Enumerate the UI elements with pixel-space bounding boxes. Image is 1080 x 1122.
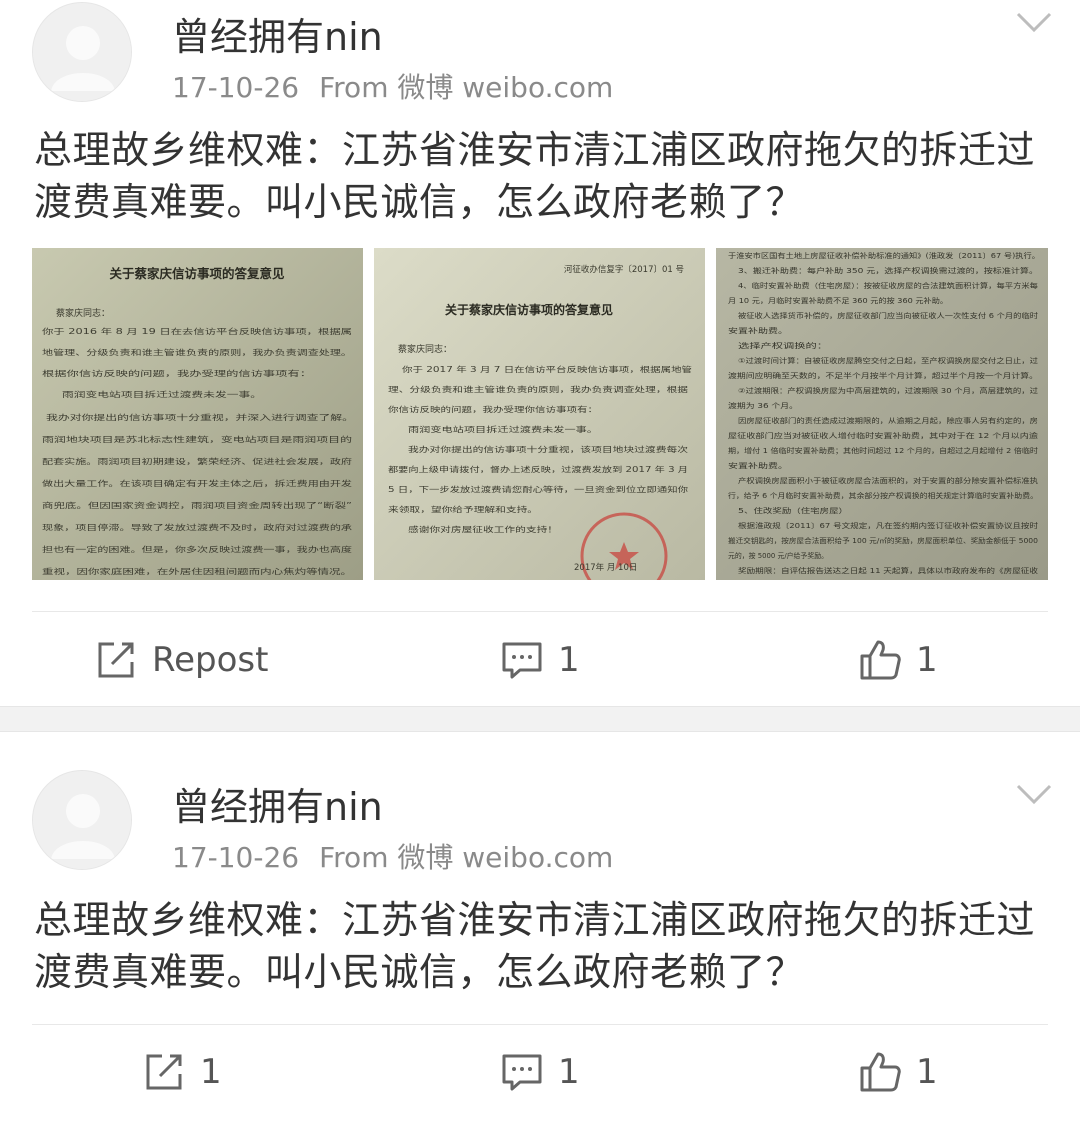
- svg-text:行，给予 6 个月临时安置补助费，其余部分按产权调换的相关规: 行，给予 6 个月临时安置补助费，其余部分按产权调换的相关规定计算临时安置补助费…: [728, 491, 1038, 500]
- document-date: 2017年 月 10日: [574, 562, 637, 573]
- svg-text:选择产权调换的：: 选择产权调换的：: [738, 341, 828, 350]
- repost-label: Repost: [152, 640, 269, 680]
- post-text[interactable]: 总理故乡维权难：江苏省淮安市清江浦区政府拖欠的拆迁过渡费真难要。叫小民诚信，怎么…: [34, 894, 1054, 998]
- svg-text:担也有一定的困难。但是，你多次反映过渡费一事，我办也高度: 担也有一定的困难。但是，你多次反映过渡费一事，我办也高度: [42, 544, 353, 554]
- default-avatar-icon: [33, 771, 131, 869]
- photo-grid: 关于蔡家庆信访事项的答复意见 蔡家庆同志： 你于 2016 年 8 月 19 日…: [32, 248, 1048, 580]
- document-number: 河征收办信复字〔2017〕01 号: [564, 264, 684, 275]
- thumbs-up-icon: [858, 1050, 902, 1094]
- svg-text:4、临时安置补助费（住宅房屋）：按被征收房屋的合法建筑面积计: 4、临时安置补助费（住宅房屋）：按被征收房屋的合法建筑面积计算，每平方米每: [738, 281, 1038, 290]
- username[interactable]: 曾经拥有nin: [172, 776, 383, 831]
- document-title: 关于蔡家庆信访事项的答复意见: [109, 266, 285, 281]
- svg-text:于淮安市区国有土地上房屋征收补偿补助标准的通知》(淮政发〔2: 于淮安市区国有土地上房屋征收补偿补助标准的通知》(淮政发〔2011〕67 号)执…: [728, 251, 1040, 260]
- comment-icon: [500, 1050, 544, 1094]
- like-count: 1: [916, 1052, 938, 1092]
- like-count: 1: [916, 640, 938, 680]
- svg-text:期，增付 1 倍临时安置补助费；其他时间超过 12 个月的，: 期，增付 1 倍临时安置补助费；其他时间超过 12 个月的，自超过之月起增付 2…: [728, 446, 1038, 455]
- svg-text:安置补助费。: 安置补助费。: [728, 326, 788, 335]
- svg-text:产权调换房屋面积小于被征收房屋合法面积的，对于安置的部分除安: 产权调换房屋面积小于被征收房屋合法面积的，对于安置的部分除安置补偿标准执: [738, 476, 1038, 485]
- divider: [32, 1024, 1048, 1025]
- svg-text:搬迁交钥匙的，按房屋合法面积给予 100 元/㎡的奖励，房屋: 搬迁交钥匙的，按房屋合法面积给予 100 元/㎡的奖励，房屋面积单位、奖励金额低…: [728, 536, 1038, 545]
- svg-text:元的，按 5000 元/户给予奖励。: 元的，按 5000 元/户给予奖励。: [728, 551, 828, 560]
- svg-text:感谢你对房屋征收工作的支持！: 感谢你对房屋征收工作的支持！: [408, 524, 558, 534]
- svg-text:安置补助费。: 安置补助费。: [728, 461, 788, 470]
- svg-text:重视，因你家庭困难，在外居住因租间题而内心焦灼等情况。: 重视，因你家庭困难，在外居住因租间题而内心焦灼等情况。: [42, 566, 352, 576]
- svg-text:你信访反映的问题，我办受理你信访事项有：: 你信访反映的问题，我办受理你信访事项有：: [388, 404, 598, 414]
- post-source: From 微博 weibo.com: [319, 71, 614, 104]
- svg-text:3、搬迁补助费：每户补助 350 元，选择产权调换需过渡的，: 3、搬迁补助费：每户补助 350 元，选择产权调换需过渡的，按标准计算。: [738, 266, 1038, 275]
- svg-text:现象，项目停滞。导致了发放过渡费不及时，政府对过渡费的承: 现象，项目停滞。导致了发放过渡费不及时，政府对过渡费的承: [42, 522, 353, 532]
- comment-count: 1: [558, 640, 580, 680]
- svg-text:奖励期限：自评估报告送达之日起 11 天起算，具体以市政府发: 奖励期限：自评估报告送达之日起 11 天起算，具体以市政府发布的《房屋征收: [738, 566, 1038, 575]
- like-button[interactable]: 1: [858, 1042, 938, 1102]
- post-text[interactable]: 总理故乡维权难：江苏省淮安市清江浦区政府拖欠的拆迁过渡费真难要。叫小民诚信，怎么…: [34, 124, 1054, 228]
- post-meta: 17-10-26 From 微博 weibo.com: [172, 836, 613, 876]
- chevron-down-icon[interactable]: [1014, 780, 1054, 808]
- comment-count: 1: [558, 1052, 580, 1092]
- svg-text:地管理、分级负责和谁主管谁负责的原则，我办负责调查处理。: 地管理、分级负责和谁主管谁负责的原则，我办负责调查处理。: [42, 347, 352, 357]
- weibo-post: 曾经拥有nin 17-10-26 From 微博 weibo.com 总理故乡维权…: [0, 732, 1080, 1122]
- document-title: 关于蔡家庆信访事项的答复意见: [445, 302, 613, 317]
- avatar[interactable]: [32, 770, 132, 870]
- avatar[interactable]: [32, 2, 132, 102]
- username[interactable]: 曾经拥有nin: [172, 6, 383, 61]
- svg-text:雨润变电站项目拆迁过渡费未发一事。: 雨润变电站项目拆迁过渡费未发一事。: [408, 424, 598, 434]
- photo-thumbnail[interactable]: 关于蔡家庆信访事项的答复意见 蔡家庆同志： 你于 2016 年 8 月 19 日…: [32, 248, 363, 580]
- svg-text:被征收人选择货币补偿的，房屋征收部门应当向被征收人一次性支付: 被征收人选择货币补偿的，房屋征收部门应当向被征收人一次性支付 6 个月的临时: [738, 311, 1038, 320]
- repost-count: 1: [200, 1052, 222, 1092]
- comment-button[interactable]: 1: [500, 630, 580, 690]
- comment-button[interactable]: 1: [500, 1042, 580, 1102]
- svg-text:都要向上级申请拨付，督办上述反映，过渡费发放到 2017 年: 都要向上级申请拨付，督办上述反映，过渡费发放到 2017 年 3 月: [388, 464, 688, 474]
- repost-button[interactable]: Repost: [94, 630, 268, 690]
- svg-text:商兜底。但因国家资金调控，雨润项目资金周转出现了“断裂”: 商兜底。但因国家资金调控，雨润项目资金周转出现了“断裂”: [42, 500, 352, 510]
- svg-text:根据淮政规〔2011〕67 号文规定，凡在签约期内签订征收补: 根据淮政规〔2011〕67 号文规定，凡在签约期内签订征收补偿安置协议且按时: [738, 521, 1038, 530]
- svg-text:理、分级负责和谁主管谁负责的原则，我办负责调查处理，根据: 理、分级负责和谁主管谁负责的原则，我办负责调查处理，根据: [388, 384, 689, 394]
- svg-text:因房屋征收部门的责任造成过渡期限的，从逾期之月起，除应事人另: 因房屋征收部门的责任造成过渡期限的，从逾期之月起，除应事人另有约定的，房: [738, 416, 1038, 425]
- svg-text:月 10 元，月临时安置补助费不足 360 元的按 360: 月 10 元，月临时安置补助费不足 360 元的按 360 元补助。: [728, 296, 948, 305]
- post-source: From 微博 weibo.com: [319, 841, 614, 874]
- comment-icon: [500, 638, 544, 682]
- svg-text:来领取，望你给予理解和支持。: 来领取，望你给予理解和支持。: [388, 504, 538, 514]
- default-avatar-icon: [33, 3, 131, 101]
- svg-text:5 日，下一步发放过渡费请您耐心等待，一旦资金到位立即通知你: 5 日，下一步发放过渡费请您耐心等待，一旦资金到位立即通知你: [388, 484, 689, 494]
- document-salutation: 蔡家庆同志：: [56, 307, 110, 319]
- like-button[interactable]: 1: [858, 630, 938, 690]
- chevron-down-icon[interactable]: [1014, 8, 1054, 36]
- svg-text:我办对你提出的信访事项十分重视，该项目地块过渡费每次: 我办对你提出的信访事项十分重视，该项目地块过渡费每次: [408, 444, 689, 454]
- svg-text:5、住改奖励（住宅房屋）: 5、住改奖励（住宅房屋）: [738, 506, 848, 515]
- svg-text:雨润变电站项目拆迁过渡费未发一事。: 雨润变电站项目拆迁过渡费未发一事。: [62, 389, 262, 399]
- svg-text:渡期间应明确至天数的，不足半个月按半个月计算，超过半个月按一: 渡期间应明确至天数的，不足半个月按半个月计算，超过半个月按一个月计算。: [728, 371, 1038, 380]
- svg-text:屋征收部门应当对被征收人增付临时安置补助费，其中对于在 12: 屋征收部门应当对被征收人增付临时安置补助费，其中对于在 12 个月以内逾: [728, 431, 1038, 440]
- post-meta: 17-10-26 From 微博 weibo.com: [172, 66, 613, 106]
- document-salutation: 蔡家庆同志：: [398, 343, 452, 355]
- repost-icon: [94, 638, 138, 682]
- post-date: 17-10-26: [172, 71, 300, 104]
- divider: [32, 611, 1048, 612]
- repost-icon: [142, 1050, 186, 1094]
- photo-thumbnail[interactable]: 河征收办信复字〔2017〕01 号 关于蔡家庆信访事项的答复意见 蔡家庆同志： …: [374, 248, 705, 580]
- svg-text:②过渡期限：产权调换房屋为中高层建筑的，过渡期限 30 个月: ②过渡期限：产权调换房屋为中高层建筑的，过渡期限 30 个月，高层建筑的，过: [738, 386, 1038, 395]
- svg-text:渡期为 36 个月。: 渡期为 36 个月。: [728, 401, 798, 410]
- svg-text:你于 2017 年 3 月 7 日在信访平台反映信访事项，根: 你于 2017 年 3 月 7 日在信访平台反映信访事项，根据属地管: [402, 364, 693, 374]
- photo-thumbnail[interactable]: 于淮安市区国有土地上房屋征收补偿补助标准的通知》(淮政发〔2011〕67 号)执…: [716, 248, 1048, 580]
- svg-text:①过渡时间计算：自被征收房屋腾空交付之日起，至产权调换房屋交: ①过渡时间计算：自被征收房屋腾空交付之日起，至产权调换房屋交付之日止，过: [738, 356, 1038, 365]
- weibo-post: 曾经拥有nin 17-10-26 From 微博 weibo.com 总理故乡维权…: [0, 0, 1080, 706]
- feed-separator: [0, 706, 1080, 732]
- svg-text:我办对你提出的信访事项十分重视，并深入进行调查了解。: 我办对你提出的信访事项十分重视，并深入进行调查了解。: [46, 412, 354, 422]
- svg-text:做出大量工作。在该项目确定有开发主体之后，拆迁费用由开发: 做出大量工作。在该项目确定有开发主体之后，拆迁费用由开发: [42, 478, 353, 488]
- svg-text:配套实施。雨润项目初期建设，繁荣经济、促进社会发展，政府: 配套实施。雨润项目初期建设，繁荣经济、促进社会发展，政府: [42, 456, 353, 466]
- svg-text:雨润地块项目是苏北标志性建筑，变电站项目是雨润项目的: 雨润地块项目是苏北标志性建筑，变电站项目是雨润项目的: [42, 434, 353, 444]
- thumbs-up-icon: [858, 638, 902, 682]
- svg-text:根据你信访反映的问题，我办受理的信访事项有：: 根据你信访反映的问题，我办受理的信访事项有：: [42, 368, 312, 378]
- repost-button[interactable]: 1: [142, 1042, 222, 1102]
- post-date: 17-10-26: [172, 841, 300, 874]
- svg-text:你于 2016 年 8 月 19 日在去信访平台反映信访事项: 你于 2016 年 8 月 19 日在去信访平台反映信访事项，根据属: [42, 326, 352, 336]
